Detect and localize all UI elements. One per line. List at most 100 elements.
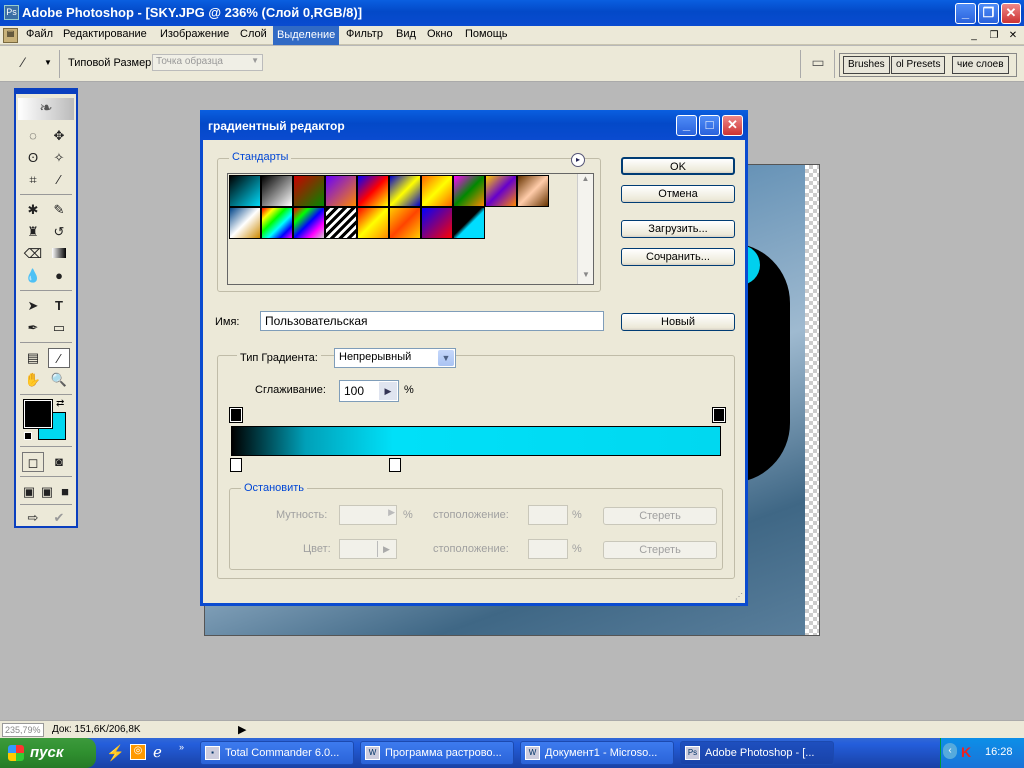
close-button[interactable]: ✕ xyxy=(1001,3,1021,24)
zoom-tool-icon[interactable]: 🔍 xyxy=(48,370,70,390)
opacity-stop-right[interactable] xyxy=(712,407,726,423)
menu-view[interactable]: Вид xyxy=(396,28,416,40)
photoshop-icon[interactable]: Ps xyxy=(4,5,19,20)
dodge-tool-icon[interactable]: ● xyxy=(48,266,70,286)
swap-colors-icon[interactable]: ⇄ xyxy=(56,398,64,409)
new-button[interactable]: Новый xyxy=(621,313,735,331)
task-photoshop[interactable]: Ps Adobe Photoshop - [... xyxy=(680,741,834,765)
preset-swatch[interactable] xyxy=(229,175,261,207)
presets-scrollbar[interactable]: ▲ ▼ xyxy=(577,174,593,284)
clone-stamp-icon[interactable]: ♜ xyxy=(22,222,44,242)
slice-tool-icon[interactable]: ⁄ xyxy=(48,170,70,190)
brush-tool-icon[interactable]: ✎ xyxy=(48,200,70,220)
preset-swatch[interactable] xyxy=(293,175,325,207)
default-colors-icon[interactable] xyxy=(24,432,32,440)
menu-layer[interactable]: Слой xyxy=(240,28,267,40)
status-menu-icon[interactable]: ▶ xyxy=(238,723,246,736)
menu-edit[interactable]: Редактирование xyxy=(63,28,147,40)
preset-swatch[interactable] xyxy=(325,207,357,239)
gradient-type-select[interactable]: Непрерывный ▼ xyxy=(334,348,456,368)
tool-preset-dropdown[interactable]: ▼ xyxy=(44,58,52,67)
gradient-tool-icon[interactable] xyxy=(48,244,70,264)
path-selection-icon[interactable]: ➤ xyxy=(22,296,44,316)
preset-swatch[interactable] xyxy=(389,207,421,239)
preset-swatch[interactable] xyxy=(517,175,549,207)
start-button[interactable]: пуск xyxy=(0,738,96,768)
doc-close-button[interactable]: ✕ xyxy=(1005,28,1021,42)
eyedropper-icon[interactable]: ⁄ xyxy=(22,54,40,72)
sample-size-select[interactable]: Точка образца ▼ xyxy=(152,54,263,71)
load-button[interactable]: Загрузить... xyxy=(621,220,735,238)
blur-tool-icon[interactable]: 💧 xyxy=(22,266,44,286)
maximize-button[interactable]: ❐ xyxy=(978,3,999,24)
task-document1[interactable]: W Документ1 - Microso... xyxy=(520,741,674,765)
feather-logo-icon[interactable]: ❧ xyxy=(18,98,74,120)
zoom-field[interactable]: 235,79% xyxy=(2,723,44,737)
quicklaunch-ie-icon[interactable]: ℯ xyxy=(153,743,162,761)
quick-mask-icon[interactable]: ◙ xyxy=(48,452,70,472)
dialog-minimize-button[interactable]: _ xyxy=(676,115,697,136)
color-stop-left[interactable] xyxy=(230,458,242,472)
smoothness-field[interactable]: 100 ▶ xyxy=(339,380,399,402)
chevron-right-icon[interactable]: ▶ xyxy=(379,382,397,400)
cancel-button[interactable]: Отмена xyxy=(621,185,735,203)
minimize-button[interactable]: _ xyxy=(955,3,976,24)
presets-menu-icon[interactable]: ▸ xyxy=(571,153,585,167)
tab-tool-presets[interactable]: ol Presets xyxy=(891,56,946,74)
preset-swatch[interactable] xyxy=(357,175,389,207)
preset-swatch[interactable] xyxy=(325,175,357,207)
resize-grip-icon[interactable]: ⋰ xyxy=(735,592,747,604)
healing-brush-icon[interactable]: ✱ xyxy=(22,200,44,220)
preset-swatch[interactable] xyxy=(421,207,453,239)
screen-mode-standard-icon[interactable]: ▣ xyxy=(20,482,38,502)
doc-restore-button[interactable]: ❐ xyxy=(986,28,1002,42)
scroll-up-icon[interactable]: ▲ xyxy=(578,174,593,188)
marquee-tool-icon[interactable]: ◌ xyxy=(22,126,44,146)
dialog-close-button[interactable]: ✕ xyxy=(722,115,743,136)
history-brush-icon[interactable]: ↺ xyxy=(48,222,70,242)
foreground-color-swatch[interactable] xyxy=(23,399,53,429)
edit-in-imageready-icon[interactable]: ✔ xyxy=(48,508,70,528)
menu-image[interactable]: Изображение xyxy=(160,28,229,40)
preset-swatch[interactable] xyxy=(453,175,485,207)
hand-tool-icon[interactable]: ✋ xyxy=(22,370,44,390)
menu-window[interactable]: Окно xyxy=(427,28,453,40)
quicklaunch-outlook-icon[interactable]: ◎ xyxy=(130,744,146,760)
gradient-preview-bar[interactable] xyxy=(231,426,721,456)
task-program[interactable]: W Программа растрово... xyxy=(360,741,514,765)
save-button[interactable]: Сочранить... xyxy=(621,248,735,266)
scroll-down-icon[interactable]: ▼ xyxy=(578,270,594,284)
tab-brushes[interactable]: Brushes xyxy=(843,56,890,74)
move-tool-icon[interactable]: ✥ xyxy=(48,126,70,146)
screen-mode-menu-icon[interactable]: ▣ xyxy=(38,482,56,502)
preset-swatch[interactable] xyxy=(389,175,421,207)
menu-help[interactable]: Помощь xyxy=(465,28,508,40)
preset-swatch[interactable] xyxy=(261,175,293,207)
preset-swatch[interactable] xyxy=(261,207,293,239)
preset-swatch[interactable] xyxy=(453,207,485,239)
opacity-stop-left[interactable] xyxy=(229,407,243,423)
menu-select[interactable]: Выделение xyxy=(273,26,340,45)
tab-layer-comps[interactable]: чие слоев xyxy=(952,56,1009,74)
task-total-commander[interactable]: ▪ Total Commander 6.0... xyxy=(200,741,354,765)
ok-button[interactable]: OK xyxy=(621,157,735,175)
jump-to-imageready-icon[interactable]: ⇨ xyxy=(22,508,44,528)
rectangle-tool-icon[interactable]: ▭ xyxy=(48,318,70,338)
eyedropper-tool-icon[interactable]: ⁄ xyxy=(48,348,70,368)
tray-expand-icon[interactable]: ‹ xyxy=(943,743,957,759)
kaspersky-icon[interactable]: K xyxy=(961,744,971,760)
pen-tool-icon[interactable]: ✒ xyxy=(22,318,44,338)
screen-mode-full-icon[interactable]: ■ xyxy=(56,482,74,502)
crop-tool-icon[interactable]: ⌗ xyxy=(22,170,44,190)
quicklaunch-more-icon[interactable]: » xyxy=(179,742,184,752)
standard-mode-icon[interactable]: ◻ xyxy=(22,452,44,472)
notes-tool-icon[interactable]: ▤ xyxy=(22,348,44,368)
document-icon[interactable]: ▤ xyxy=(3,28,18,43)
magic-wand-icon[interactable]: ✧ xyxy=(48,148,70,168)
eraser-tool-icon[interactable]: ⌫ xyxy=(22,244,44,264)
name-field[interactable] xyxy=(260,311,604,331)
dialog-maximize-button[interactable]: □ xyxy=(699,115,720,136)
lasso-tool-icon[interactable]: ʘ xyxy=(22,148,44,168)
preset-swatch[interactable] xyxy=(229,207,261,239)
color-midpoint-stop[interactable] xyxy=(389,458,401,472)
